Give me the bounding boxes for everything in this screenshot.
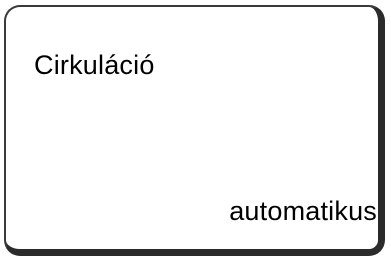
- menu-title: Cirkuláció: [34, 50, 155, 80]
- current-setting-value: automatikus: [229, 196, 377, 226]
